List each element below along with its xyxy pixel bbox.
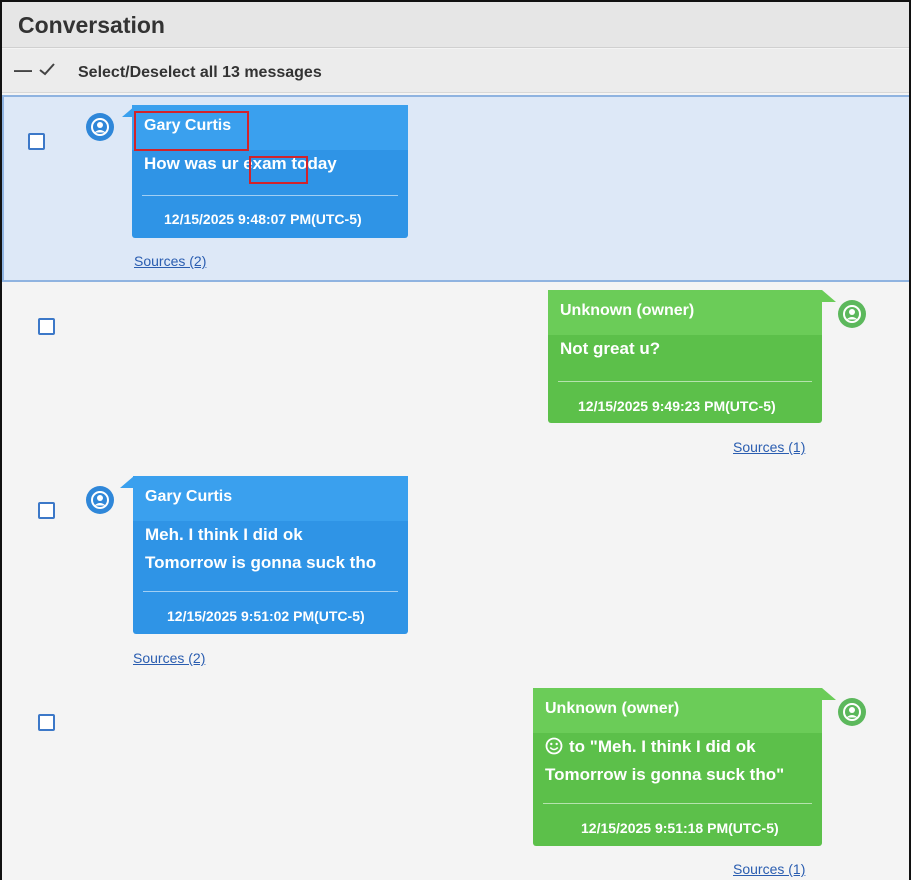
message-checkbox[interactable] [38, 318, 55, 335]
message-timestamp: 12/15/2025 9:49:23 PM(UTC-5) [578, 398, 776, 414]
collapse-icon[interactable]: — [14, 60, 32, 81]
checkmark-icon[interactable] [38, 61, 56, 77]
message-row[interactable]: Gary Curtis Meh. I think I did ok Tomorr… [2, 474, 911, 674]
highlight-box-sender [134, 111, 249, 151]
sender-name: Gary Curtis [133, 476, 408, 521]
select-all-label[interactable]: Select/Deselect all 13 messages [78, 64, 322, 82]
message-timestamp: 12/15/2025 9:51:02 PM(UTC-5) [167, 608, 365, 624]
separator [142, 195, 398, 196]
person-icon [838, 300, 866, 328]
separator [143, 591, 398, 592]
sender-name: Unknown (owner) [548, 290, 822, 335]
smiley-reaction-icon [545, 737, 563, 755]
message-timestamp: 12/15/2025 9:51:18 PM(UTC-5) [581, 820, 779, 836]
separator [543, 803, 812, 804]
message-bubble[interactable]: Gary Curtis Meh. I think I did ok Tomorr… [133, 476, 408, 634]
sender-name: Unknown (owner) [533, 688, 822, 733]
message-row[interactable]: Gary Curtis How was ur exam today 12/15/… [2, 95, 911, 282]
bubble-tail [120, 476, 134, 488]
sources-link[interactable]: Sources (2) [133, 650, 205, 666]
message-row[interactable]: Unknown (owner) to "Meh. I think I did o… [2, 684, 911, 880]
bubble-tail [822, 290, 836, 302]
sources-link[interactable]: Sources (1) [733, 861, 805, 877]
message-text: Not great u? [560, 339, 661, 358]
panel-title: Conversation [18, 12, 165, 38]
person-icon [838, 698, 866, 726]
message-bubble[interactable]: Unknown (owner) to "Meh. I think I did o… [533, 688, 822, 846]
message-row[interactable]: Unknown (owner) Not great u? 12/15/2025 … [2, 284, 911, 464]
message-bubble[interactable]: Unknown (owner) Not great u? 12/15/2025 … [548, 290, 822, 423]
message-checkbox[interactable] [38, 714, 55, 731]
highlight-box-term [249, 156, 308, 184]
message-text: Meh. I think I did ok Tomorrow is gonna … [145, 525, 377, 572]
sources-link[interactable]: Sources (1) [733, 439, 805, 455]
message-checkbox[interactable] [28, 133, 45, 150]
person-icon [86, 486, 114, 514]
message-checkbox[interactable] [38, 502, 55, 519]
separator [558, 381, 812, 382]
message-timestamp: 12/15/2025 9:48:07 PM(UTC-5) [164, 211, 362, 227]
conversation-panel: Conversation — Select/Deselect all 13 me… [0, 0, 911, 880]
message-text: to "Meh. I think I did ok Tomorrow is go… [545, 737, 785, 784]
bubble-tail [822, 688, 836, 700]
select-all-bar[interactable]: — Select/Deselect all 13 messages [2, 49, 911, 93]
person-icon [86, 113, 114, 141]
sources-link[interactable]: Sources (2) [134, 253, 206, 269]
panel-header: Conversation [2, 2, 911, 48]
